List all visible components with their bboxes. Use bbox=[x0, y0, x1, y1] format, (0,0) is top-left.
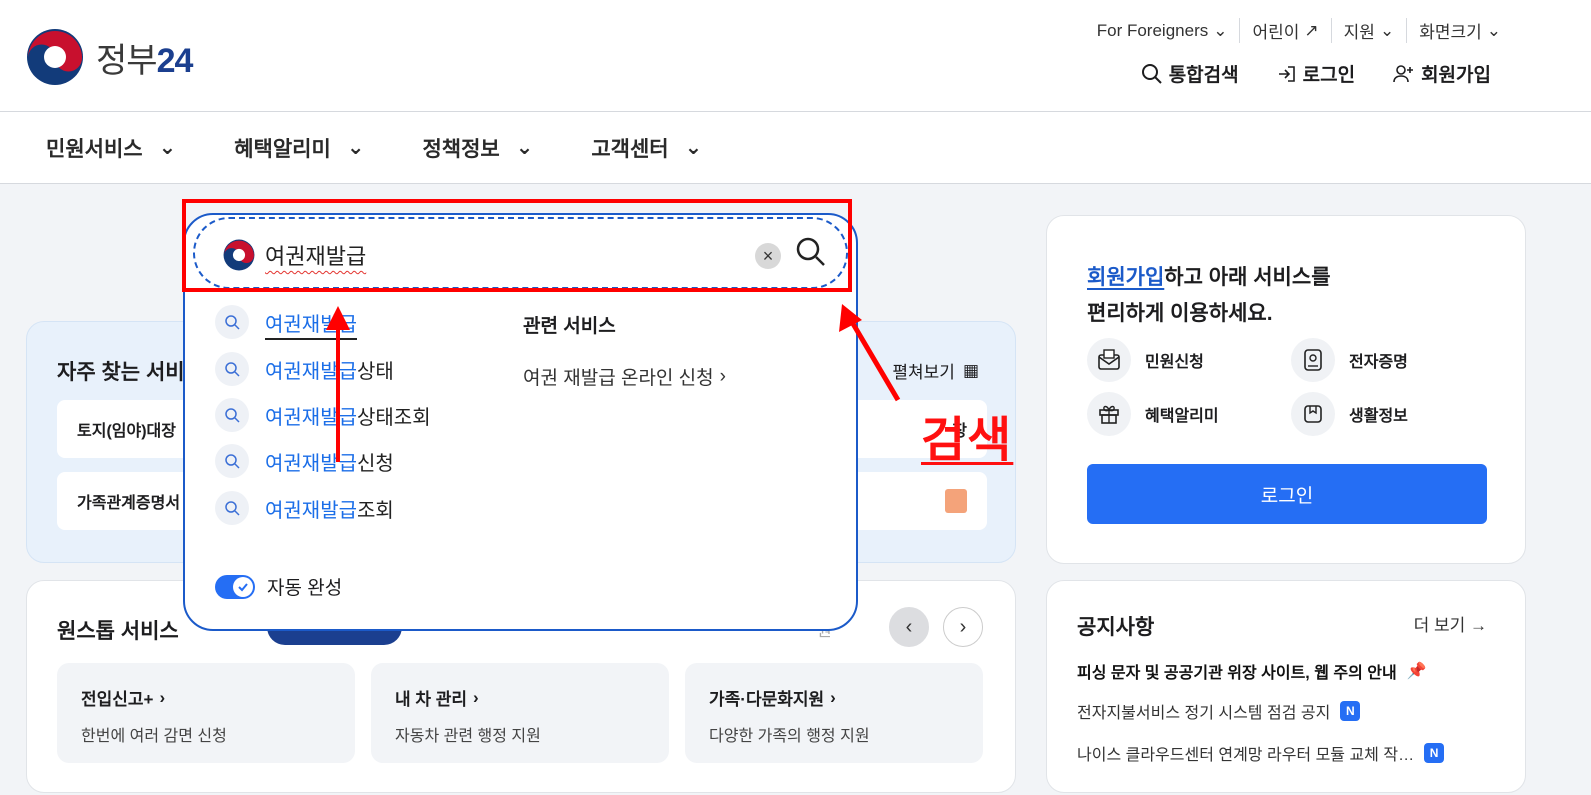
login-icon bbox=[1278, 65, 1295, 82]
annotation-highlight-box bbox=[182, 199, 852, 292]
prev-button[interactable]: ‹ bbox=[889, 607, 929, 647]
utility-nav: For Foreigners ⌄ 어린이 ↗ 지원 ⌄ 화면크기 ⌄ bbox=[1085, 18, 1513, 43]
suggestion-item[interactable]: 여권재발급 bbox=[215, 305, 357, 339]
document-icon bbox=[945, 489, 967, 513]
logo-wordmark: 정부24 bbox=[96, 41, 193, 80]
related-services-title: 관련 서비스 bbox=[523, 316, 616, 337]
annotation-label: 검색 bbox=[921, 414, 1014, 467]
external-link-icon: ↗ bbox=[1304, 20, 1319, 40]
integrated-search-button[interactable]: 통합검색 bbox=[1141, 60, 1239, 87]
new-badge: N bbox=[1424, 743, 1445, 763]
chevron-left-icon: ‹ bbox=[905, 615, 913, 638]
chevron-right-icon: › bbox=[719, 365, 726, 387]
chevron-down-icon: ⌄ bbox=[515, 136, 534, 159]
user-plus-icon bbox=[1393, 64, 1414, 82]
chevron-right-icon: › bbox=[959, 615, 967, 638]
chevron-right-icon: › bbox=[473, 687, 479, 707]
chevron-down-icon: ⌄ bbox=[1213, 20, 1228, 40]
gift-icon bbox=[1087, 392, 1131, 436]
util-kids[interactable]: 어린이 ↗ bbox=[1239, 18, 1330, 43]
chevron-right-icon: › bbox=[830, 687, 836, 707]
notice-item[interactable]: 피싱 문자 및 공공기관 위장 사이트, 웹 주의 안내 📌 bbox=[1077, 659, 1427, 683]
chevron-down-icon: ⌄ bbox=[158, 136, 177, 159]
envelope-icon bbox=[1087, 338, 1131, 382]
notice-item[interactable]: 나이스 클라우드센터 연계망 라우터 모듈 교체 작… N bbox=[1077, 741, 1445, 765]
notice-title: 공지사항 bbox=[1077, 616, 1155, 639]
search-icon bbox=[215, 305, 249, 339]
notice-panel: 공지사항 더 보기 → 피싱 문자 및 공공기관 위장 사이트, 웹 주의 안내… bbox=[1046, 580, 1526, 793]
toggle-switch[interactable] bbox=[215, 574, 255, 599]
service-benefits[interactable]: 혜택알리미 bbox=[1087, 392, 1219, 436]
main-nav: 민원서비스 ⌄ 혜택알리미 ⌄ 정책정보 ⌄ 고객센터 ⌄ bbox=[0, 112, 1591, 184]
service-life-info[interactable]: 생활정보 bbox=[1291, 392, 1408, 436]
notice-more-link[interactable]: 더 보기 → bbox=[1414, 611, 1487, 636]
nav-policy[interactable]: 정책정보 ⌄ bbox=[422, 133, 533, 163]
site-header: 정부24 For Foreigners ⌄ 어린이 ↗ 지원 ⌄ 화면크기 ⌄ 통합검색… bbox=[0, 0, 1591, 112]
service-e-certificate[interactable]: 전자증명 bbox=[1291, 338, 1408, 382]
id-card-icon bbox=[1291, 338, 1335, 382]
signup-login-card: 회원가입하고 아래 서비스를 편리하게 이용하세요. 민원신청 전자증명 혜택알… bbox=[1046, 215, 1526, 564]
nav-civil-service[interactable]: 민원서비스 ⌄ bbox=[46, 133, 176, 163]
grid-icon: ▦ bbox=[962, 360, 979, 380]
expand-button[interactable]: 펼쳐보기 ▦ bbox=[892, 358, 979, 383]
new-badge: N bbox=[1340, 701, 1361, 721]
next-button[interactable]: › bbox=[943, 607, 983, 647]
search-icon bbox=[215, 352, 249, 386]
onestop-tile-move-in[interactable]: 전입신고+ › 한번에 여러 감면 신청 bbox=[57, 663, 355, 763]
taegeuk-logo-icon bbox=[27, 29, 83, 85]
onestop-title: 원스톱 서비스 bbox=[57, 620, 179, 643]
chevron-right-icon: › bbox=[159, 687, 166, 707]
frequent-services-title: 자주 찾는 서비 bbox=[57, 361, 185, 384]
nav-benefits[interactable]: 혜택알리미 ⌄ bbox=[234, 133, 364, 163]
suggestion-item[interactable]: 여권재발급신청 bbox=[215, 444, 394, 478]
signup-link[interactable]: 회원가입 bbox=[1393, 60, 1491, 87]
onestop-tile-my-car[interactable]: 내 차 관리 › 자동차 관련 행정 지원 bbox=[371, 663, 669, 763]
chevron-down-icon: ⌄ bbox=[1379, 20, 1395, 40]
chevron-down-icon: ⌄ bbox=[1486, 20, 1501, 40]
search-icon bbox=[215, 444, 249, 478]
search-icon bbox=[1141, 63, 1162, 84]
suggestion-item[interactable]: 여권재발급상태 bbox=[215, 352, 394, 386]
pin-icon: 📌 bbox=[1406, 663, 1427, 680]
service-civil-apply[interactable]: 민원신청 bbox=[1087, 338, 1204, 382]
signup-prompt: 회원가입하고 아래 서비스를 편리하게 이용하세요. bbox=[1087, 266, 1331, 325]
search-icon bbox=[215, 491, 249, 525]
onestop-tile-family[interactable]: 가족·다문화지원 › 다양한 가족의 행정 지원 bbox=[685, 663, 983, 763]
util-screen-size[interactable]: 화면크기 ⌄ bbox=[1406, 18, 1513, 43]
search-icon bbox=[215, 398, 249, 432]
suggestion-item[interactable]: 여권재발급상태조회 bbox=[215, 398, 431, 432]
notice-item[interactable]: 전자지불서비스 정기 시스템 점검 공지 N bbox=[1077, 699, 1361, 723]
autocomplete-toggle[interactable]: 자동 완성 bbox=[215, 573, 342, 600]
suggestion-item[interactable]: 여권재발급조회 bbox=[215, 491, 394, 525]
bookmark-icon bbox=[1291, 392, 1335, 436]
chevron-down-icon: ⌄ bbox=[684, 136, 703, 159]
gov24-logo[interactable]: 정부24 bbox=[26, 28, 193, 86]
login-button[interactable]: 로그인 bbox=[1087, 464, 1487, 524]
login-link[interactable]: 로그인 bbox=[1277, 60, 1355, 87]
nav-customer-center[interactable]: 고객센터 ⌄ bbox=[591, 133, 702, 163]
signup-inline-link[interactable]: 회원가입 bbox=[1087, 266, 1164, 289]
util-support[interactable]: 지원 ⌄ bbox=[1330, 18, 1407, 43]
chevron-down-icon: ⌄ bbox=[346, 136, 365, 159]
util-foreigners[interactable]: For Foreigners ⌄ bbox=[1085, 21, 1240, 41]
check-icon bbox=[233, 576, 253, 597]
header-actions: 통합검색 로그인 회원가입 bbox=[1141, 60, 1491, 87]
related-service-link[interactable]: 여권 재발급 온라인 신청 › bbox=[523, 363, 726, 390]
